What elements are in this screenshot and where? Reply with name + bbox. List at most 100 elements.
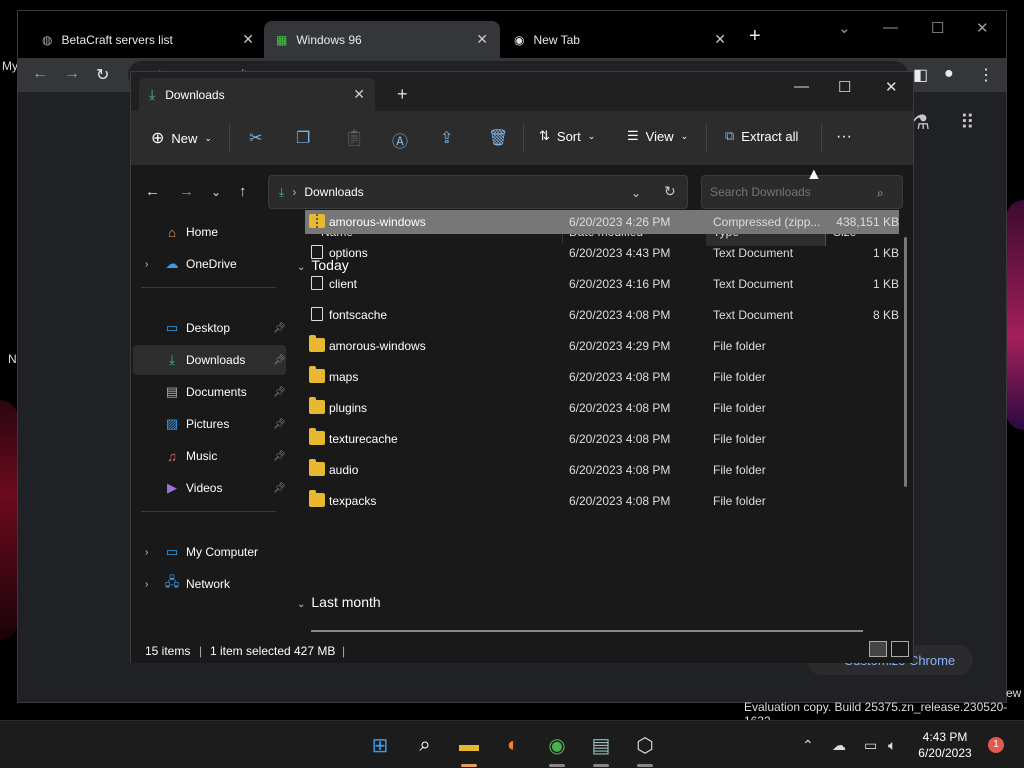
volume-icon[interactable]: 🔈︎ xyxy=(888,737,896,754)
task-manager-icon[interactable]: ▤ xyxy=(587,731,615,759)
back-icon[interactable]: ← xyxy=(145,183,160,200)
labs-flask-icon[interactable]: ⚗ xyxy=(912,110,930,135)
folder-icon xyxy=(309,459,325,476)
close-icon[interactable]: ✕ xyxy=(353,86,365,103)
chevron-up-icon[interactable]: ⌃ xyxy=(802,737,814,754)
cut-icon[interactable]: ✂ xyxy=(249,128,262,148)
forward-icon[interactable]: → xyxy=(64,65,80,83)
file-row[interactable]: plugins 6/20/2023 4:08 PM File folder xyxy=(305,396,899,420)
sidebar-item-my-computer[interactable]: › ▭ My Computer xyxy=(133,537,286,567)
pin-icon[interactable]: 📌︎ xyxy=(273,323,286,334)
reload-icon[interactable]: ↻ xyxy=(96,65,109,85)
start-icon[interactable]: ⊞ xyxy=(366,731,394,759)
rename-icon[interactable]: Ⓐ xyxy=(392,128,408,152)
folder-icon xyxy=(309,490,325,507)
paste-icon[interactable]: 📋︎ xyxy=(344,128,364,148)
close-window-icon[interactable]: ✕ xyxy=(976,19,989,37)
profile-icon[interactable]: ● xyxy=(944,65,954,83)
tiles-view-icon[interactable] xyxy=(891,641,909,657)
vertical-scrollbar[interactable] xyxy=(904,237,907,487)
recent-locations-icon[interactable]: ⌄ xyxy=(211,185,221,199)
divider: | xyxy=(199,644,203,658)
maximize-icon[interactable]: ☐ xyxy=(931,19,944,37)
new-button[interactable]: ⊕ New ⌄ xyxy=(151,128,212,148)
delete-icon[interactable]: 🗑︎ xyxy=(488,128,508,148)
breadcrumb-downloads[interactable]: Downloads xyxy=(304,185,363,199)
chevron-down-icon[interactable]: ⌄ xyxy=(631,186,641,200)
sidebar-item-downloads[interactable]: ⤓ Downloads 📌︎ xyxy=(133,345,286,375)
network-icon[interactable]: ▭ xyxy=(864,737,877,754)
search-icon[interactable]: ⌕ xyxy=(411,731,439,759)
sidebar-item-music[interactable]: ♫ Music 📌︎ xyxy=(133,441,286,471)
chrome-tab-newtab[interactable]: ◉ New Tab ✕ xyxy=(502,21,738,58)
sidebar-item-onedrive[interactable]: › ☁ OneDrive xyxy=(133,249,286,279)
chrome-tab-windows96[interactable]: ▦ Windows 96 ✕ xyxy=(264,21,500,58)
menu-icon[interactable]: ⋮ xyxy=(978,65,994,85)
sidebar-item-documents[interactable]: ▤ Documents 📌︎ xyxy=(133,377,286,407)
search-input[interactable] xyxy=(701,175,903,209)
chevron-down-icon: ⌄ xyxy=(297,599,306,610)
chevron-right-icon[interactable]: › xyxy=(145,579,148,590)
chrome-tab-strip: ◍ BetaCraft servers list ✕ ▦ Windows 96 … xyxy=(18,11,1006,58)
file-row[interactable]: options 6/20/2023 4:43 PM Text Document 1 K… xyxy=(305,241,899,265)
back-icon[interactable]: ← xyxy=(32,65,48,83)
view-label: View xyxy=(645,128,674,144)
view-button[interactable]: ☰ View ⌄ xyxy=(627,128,688,144)
apps-grid-icon[interactable]: ⠿ xyxy=(960,110,975,135)
group-header-last-month[interactable]: ⌄ Last month xyxy=(297,594,381,610)
copy-icon[interactable]: ❐ xyxy=(296,128,310,148)
pin-icon[interactable]: 📌︎ xyxy=(273,451,286,462)
share-icon[interactable]: ⇪ xyxy=(440,128,453,148)
explorer-tab-downloads[interactable]: ⤓ Downloads ✕ xyxy=(139,78,375,111)
file-row[interactable]: client 6/20/2023 4:16 PM Text Document 1 KB xyxy=(305,272,899,296)
file-row[interactable]: texturecache 6/20/2023 4:08 PM File folder xyxy=(305,427,899,451)
pin-icon[interactable]: 📌︎ xyxy=(273,387,286,398)
close-icon[interactable]: ✕ xyxy=(714,31,726,48)
file-explorer-icon[interactable]: ▬ xyxy=(455,731,483,759)
new-tab-button[interactable]: + xyxy=(749,25,761,48)
maximize-icon[interactable]: ☐ xyxy=(838,78,851,96)
minimize-icon[interactable]: — xyxy=(883,19,898,36)
file-row[interactable]: fontscache 6/20/2023 4:08 PM Text Document… xyxy=(305,303,899,327)
file-row[interactable]: audio 6/20/2023 4:08 PM File folder xyxy=(305,458,899,482)
notification-badge[interactable]: 1 xyxy=(988,737,1004,753)
chrome-icon[interactable]: ◉ xyxy=(543,731,571,759)
package-icon[interactable]: ⬡ xyxy=(631,731,659,759)
details-view-icon[interactable] xyxy=(869,641,887,657)
sidebar-item-home[interactable]: ⌂ Home xyxy=(133,217,286,247)
sort-button[interactable]: ⇅ Sort ⌄ xyxy=(539,128,595,144)
side-panel-icon[interactable]: ◧ xyxy=(913,65,928,85)
sidebar-item-pictures[interactable]: ▨ Pictures 📌︎ xyxy=(133,409,286,439)
sidebar-item-network[interactable]: › 🖧︎ Network xyxy=(133,569,286,599)
tab-label: BetaCraft servers list xyxy=(61,32,173,47)
cloud-offline-icon[interactable]: ☁ xyxy=(832,737,846,754)
chevron-right-icon[interactable]: › xyxy=(145,547,148,558)
up-icon[interactable]: ↑ xyxy=(239,183,247,200)
close-window-icon[interactable]: ✕ xyxy=(885,78,898,96)
pin-icon[interactable]: 📌︎ xyxy=(273,419,286,430)
forward-icon[interactable]: → xyxy=(179,183,194,200)
file-type: File folder xyxy=(713,432,766,446)
tab-search-icon[interactable]: ⌄ xyxy=(838,19,851,37)
sidebar-item-videos[interactable]: ▶ Videos 📌︎ xyxy=(133,473,286,503)
sidebar-item-desktop[interactable]: ▭ Desktop 📌︎ xyxy=(133,313,286,343)
system-clock[interactable]: 4:43 PM 6/20/2023 xyxy=(912,729,978,761)
minimize-icon[interactable]: — xyxy=(794,78,809,95)
pin-icon[interactable]: 📌︎ xyxy=(273,355,286,366)
refresh-icon[interactable]: ↻ xyxy=(664,183,676,200)
firefox-icon[interactable]: ◐ xyxy=(499,731,527,759)
new-tab-button[interactable]: + xyxy=(397,84,408,105)
file-row[interactable]: maps 6/20/2023 4:08 PM File folder xyxy=(305,365,899,389)
file-row[interactable]: texpacks 6/20/2023 4:08 PM File folder xyxy=(305,489,899,513)
address-bar[interactable]: ⤓ › Downloads xyxy=(268,175,688,209)
file-row[interactable]: amorous-windows 6/20/2023 4:29 PM File fol… xyxy=(305,334,899,358)
chevron-right-icon[interactable]: › xyxy=(145,259,148,270)
extract-all-button[interactable]: ⧉ Extract all xyxy=(725,128,798,144)
close-icon[interactable]: ✕ xyxy=(242,31,254,48)
see-more-button[interactable]: ··· xyxy=(836,128,852,146)
file-row[interactable]: amorous-windows 6/20/2023 4:26 PM Compress… xyxy=(305,210,899,234)
close-icon[interactable]: ✕ xyxy=(476,31,488,48)
chrome-tab-betacraft[interactable]: ◍ BetaCraft servers list ✕ xyxy=(30,21,266,58)
pin-icon[interactable]: 📌︎ xyxy=(273,483,286,494)
horizontal-scrollbar[interactable] xyxy=(311,630,863,632)
